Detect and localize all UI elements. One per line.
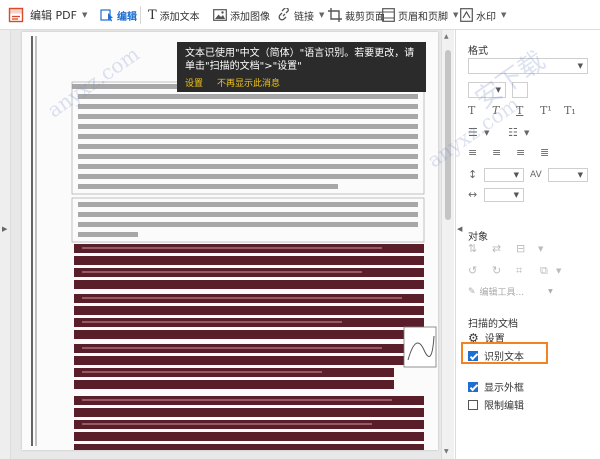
chevron-down-icon: ▼ — [501, 11, 507, 19]
add-image-label: 添加图像 — [230, 11, 270, 23]
restrict-edit-option[interactable]: 限制编辑 — [468, 397, 524, 412]
scroll-up-icon[interactable]: ▲ — [444, 33, 449, 40]
pencil-icon: ✎ — [468, 286, 476, 297]
header-footer-label: 页眉和页脚 — [398, 11, 448, 23]
edit-tools-label: 编辑工具... — [479, 288, 525, 298]
rotate-left-icon[interactable]: ↺ — [468, 264, 477, 278]
align-center-icon[interactable]: ≡ — [492, 146, 501, 160]
restrict-edit-label: 限制编辑 — [484, 401, 524, 412]
image-icon — [213, 9, 227, 21]
align-objects-icon[interactable]: ⊟ — [516, 242, 525, 256]
subscript-icon[interactable]: T₁ — [564, 104, 576, 118]
chevron-down-icon: ▼ — [81, 11, 88, 19]
scroll-down-icon[interactable]: ▼ — [444, 448, 449, 455]
char-spacing-dropdown[interactable]: ▼ — [548, 168, 588, 182]
chevron-down-icon: ▼ — [577, 62, 583, 70]
chevron-down-icon: ▼ — [319, 11, 325, 19]
top-toolbar: 编辑 PDF ▼ 编辑 T 添加文本 添加图像 链接 ▼ 裁剪页面 页眉和页脚 … — [0, 0, 600, 30]
vertical-scrollbar[interactable]: ▲ ▼ — [441, 30, 454, 459]
chevron-down-icon[interactable]: ▼ — [524, 126, 529, 140]
edit-pdf-menu[interactable]: 编辑 PDF ▼ — [30, 7, 87, 23]
edit-cursor-icon — [100, 9, 113, 22]
char-spacing-icon[interactable]: AV — [530, 168, 542, 182]
link-button[interactable]: 链接 ▼ — [277, 7, 324, 23]
rotate-right-icon[interactable]: ↻ — [492, 264, 501, 278]
watermark-button[interactable]: 水印 ▼ — [460, 7, 506, 23]
line-spacing-icon[interactable]: ↕ — [468, 168, 477, 182]
edit-pdf-title: 编辑 PDF — [30, 9, 77, 22]
panel-icon — [8, 7, 24, 23]
show-bbox-label: 显示外框 — [484, 383, 524, 394]
horizontal-scale-dropdown[interactable]: ▼ — [484, 188, 524, 202]
edit-tools-button[interactable]: ✎ 编辑工具... ▼ — [468, 285, 553, 299]
tooltip-dont-show-link[interactable]: 不再显示此消息 — [217, 78, 280, 91]
arrange-icon[interactable]: ⧉ — [540, 264, 548, 278]
panel-toggle-button[interactable] — [8, 7, 24, 23]
superscript-icon[interactable]: T¹ — [540, 104, 552, 118]
tooltip-message: 文本已使用"中文（简体）"语言识别。若要更改，请单击"扫描的文档">"设置" — [185, 48, 415, 72]
chevron-down-icon: ▼ — [513, 191, 519, 199]
left-navigation-rail[interactable]: ▶ — [0, 30, 11, 459]
link-label: 链接 — [294, 11, 314, 23]
tooltip-settings-link[interactable]: 设置 — [185, 78, 203, 91]
link-icon — [278, 8, 289, 21]
flip-horizontal-icon[interactable]: ⇄ — [492, 242, 501, 256]
show-bbox-option[interactable]: 显示外框 — [468, 379, 524, 394]
chevron-down-icon[interactable]: ▼ — [538, 242, 543, 256]
horizontal-scale-icon[interactable]: ↔ — [468, 188, 477, 202]
chevron-down-icon: ▼ — [513, 171, 519, 179]
language-recognition-tooltip: 文本已使用"中文（简体）"语言识别。若要更改，请单击"扫描的文档">"设置" 设… — [177, 42, 426, 92]
chevron-down-icon: ▼ — [453, 11, 459, 19]
line-spacing-dropdown[interactable]: ▼ — [484, 168, 524, 182]
highlight-frame — [461, 342, 548, 364]
crop-label: 裁剪页面 — [345, 11, 385, 23]
watermark-label: 水印 — [476, 11, 496, 23]
collapse-panel-icon[interactable]: ◀ — [457, 225, 462, 233]
crop-pages-button[interactable]: 裁剪页面 — [328, 7, 385, 23]
objects-section-title: 对象 — [468, 232, 488, 243]
watermark-icon — [460, 8, 473, 22]
numbered-list-icon[interactable]: ☷ — [508, 126, 518, 140]
header-footer-icon — [382, 8, 395, 22]
crop-object-icon[interactable]: ⌗ — [516, 264, 522, 278]
chevron-down-icon: ▼ — [548, 288, 553, 295]
restrict-edit-checkbox[interactable] — [468, 399, 478, 410]
align-right-icon[interactable]: ≡ — [516, 146, 525, 160]
flip-vertical-icon[interactable]: ⇅ — [468, 242, 477, 256]
chevron-down-icon[interactable]: ▼ — [556, 264, 561, 278]
header-footer-button[interactable]: 页眉和页脚 ▼ — [382, 7, 458, 23]
add-image-button[interactable]: 添加图像 — [213, 7, 270, 23]
edit-label: 编辑 — [117, 11, 137, 23]
format-section-title: 格式 — [468, 46, 488, 57]
edit-button[interactable]: 编辑 — [100, 7, 137, 23]
show-bbox-checkbox[interactable] — [468, 381, 478, 392]
add-text-button[interactable]: T 添加文本 — [148, 7, 200, 23]
expand-left-icon[interactable]: ▶ — [2, 225, 7, 233]
text-tool-icon: T — [148, 7, 157, 23]
toolbar-divider — [140, 6, 141, 24]
chevron-down-icon: ▼ — [577, 171, 583, 179]
crop-icon — [328, 8, 342, 22]
add-text-label: 添加文本 — [159, 11, 200, 23]
scanned-doc-section-title: 扫描的文档 — [468, 319, 518, 330]
justify-icon[interactable]: ≣ — [540, 146, 549, 160]
